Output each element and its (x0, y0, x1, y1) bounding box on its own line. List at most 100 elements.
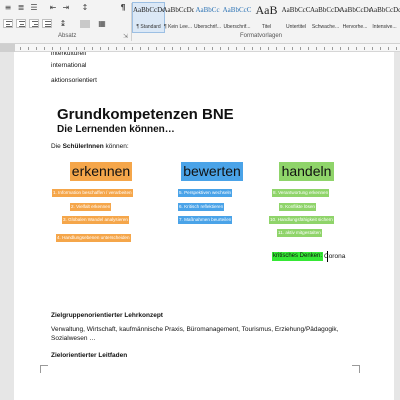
ruler-tick (60, 47, 61, 50)
ruler-tick (324, 47, 325, 50)
align-center-icon[interactable] (16, 19, 26, 28)
ruler-tick (252, 47, 253, 50)
text-cursor (327, 251, 328, 262)
ruler-tick (28, 47, 29, 50)
competence-item: 7. Maßnahmen beurteilen (178, 216, 233, 224)
sort-icon[interactable]: ↕ (80, 3, 90, 13)
ruler-tick (220, 47, 221, 50)
section-body-line: Verwaltung, Wirtschaft, kaufmännische Pr… (51, 326, 339, 333)
ruler-tick (388, 47, 389, 50)
multilevel-list-icon[interactable]: ☰ (29, 3, 39, 13)
style-sample: AaBbCc (195, 6, 220, 14)
heading-erkennen: erkennen (70, 162, 132, 181)
decrease-indent-icon[interactable]: ⇤ (48, 3, 58, 13)
shading-icon[interactable] (80, 20, 90, 28)
ruler-tick (260, 47, 261, 50)
style-tile[interactable]: AaBbCcDc Hervorhe... (339, 2, 372, 33)
style-sample: AaBbCcC (281, 6, 311, 14)
style-name: Überschrif... (194, 24, 221, 30)
style-name: ¶ Kein Lee... (164, 24, 192, 30)
ruler-tick (68, 47, 69, 50)
ruler-tick (276, 47, 277, 50)
ruler-tick (156, 47, 157, 50)
section-body-line: Sozialwesen … (51, 335, 96, 342)
margin-corner-mark (352, 365, 360, 373)
align-left-icon[interactable] (3, 19, 13, 28)
style-name: Titel (261, 24, 272, 30)
intro-suffix: können: (103, 143, 129, 150)
competence-item: 6. Kritisch reflektieren (178, 203, 225, 211)
ruler-tick (356, 47, 357, 50)
ruler-tick (20, 47, 21, 50)
ruler-tick (228, 47, 229, 50)
ruler-tick (300, 47, 301, 50)
intro-bold: SchülerInnen (62, 143, 104, 150)
ruler-tick (380, 47, 381, 50)
text-line-aktionsorientiert: aktionsorientiert (51, 77, 97, 84)
text-line-international: international (51, 62, 87, 69)
ruler-tick (108, 47, 109, 50)
section-title-lehrkonzept: Zielgruppenorientierter Lehrkonzept (51, 312, 163, 319)
justify-icon[interactable] (42, 19, 52, 28)
text-line-interkulturell: interkulturell (51, 52, 87, 57)
bullets-icon[interactable]: ≡ (3, 3, 13, 13)
line-spacing-icon[interactable]: ↨ (58, 19, 68, 29)
ruler-tick (348, 47, 349, 50)
style-tile[interactable]: AaB Titel (250, 2, 283, 33)
style-tile[interactable]: AaBbCcDc ¶ Standard (132, 2, 165, 33)
competence-item: 10. Handlungsfähigkeit sichern (269, 216, 334, 224)
competence-item: 5. Perspektiven wechseln (178, 189, 233, 197)
competence-item: 2. Vielfalt erkennen (70, 203, 112, 211)
ribbon: ≡ ≣ ☰ ⇤ ⇥ ↕ ¶ ↨ ▦ Absatz ⇲ AaBbCcDc ¶ Sta… (0, 0, 400, 44)
style-tile[interactable]: AaBbCcC Untertitel (280, 2, 313, 33)
style-name: Untertitel (285, 24, 306, 30)
paragraph-dialog-launcher-icon[interactable]: ⇲ (123, 33, 128, 40)
intro-line: Die SchülerInnen können: (51, 143, 129, 150)
style-tile[interactable]: AaBbCc Überschrif... (191, 2, 224, 33)
style-sample: AaBbCcC (222, 6, 252, 14)
numbering-icon[interactable]: ≣ (16, 3, 26, 13)
style-tile[interactable]: AaBbCcDc Schwache... (309, 2, 342, 33)
competence-item: 4. Handlungsebenen unterscheiden (56, 234, 131, 242)
ruler-tick (196, 47, 197, 50)
ruler-tick (396, 47, 397, 50)
horizontal-ruler[interactable] (0, 44, 400, 52)
align-right-icon[interactable] (29, 19, 39, 28)
style-name: ¶ Standard (136, 24, 161, 30)
ruler-tick (364, 47, 365, 50)
competence-item: 3. Globalen Wandel analysieren (62, 216, 129, 224)
ruler-tick (36, 47, 37, 50)
style-tile[interactable]: AaBbCcDc ¶ Kein Lee... (162, 2, 195, 33)
ruler-tick (316, 47, 317, 50)
ruler-tick (116, 47, 117, 50)
style-tile[interactable]: AaBbCcDc Intensive... (368, 2, 400, 33)
competence-item: 11. aktiv mitgestalten (277, 229, 322, 237)
style-sample: AaBbCcDc (339, 6, 371, 14)
competence-item: 8. Verantwortung erkennen (272, 189, 330, 197)
ruler-tick (284, 47, 285, 50)
ruler-tick (244, 47, 245, 50)
style-tile[interactable]: AaBbCcC Überschrif... (221, 2, 254, 33)
ruler-tick (292, 47, 293, 50)
style-name: Schwache... (311, 24, 340, 30)
ruler-tick (124, 47, 125, 50)
competence-item: 1. Information beschaffen / verarbeiten (52, 189, 133, 197)
ruler-tick (84, 47, 85, 50)
ruler-tick (236, 47, 237, 50)
style-sample: AaBbCcDc (162, 6, 194, 14)
borders-icon[interactable]: ▦ (97, 19, 107, 29)
ruler-tick (188, 47, 189, 50)
show-formatting-marks-icon[interactable]: ¶ (118, 3, 128, 13)
increase-indent-icon[interactable]: ⇥ (61, 3, 71, 13)
ruler-tick (52, 47, 53, 50)
heading-bewerten: bewerten (181, 162, 243, 181)
styles-gallery: AaBbCcDc ¶ Standard AaBbCcDc ¶ Kein Lee... A… (132, 2, 400, 33)
page-title: Grundkompetenzen BNE (57, 106, 234, 123)
ruler-tick (268, 47, 269, 50)
intro-prefix: Die (51, 143, 63, 150)
ruler-tick (204, 47, 205, 50)
ruler-tick (132, 47, 133, 50)
document-page[interactable]: interkulturell international aktionsorie… (14, 52, 394, 400)
ruler-tick (172, 47, 173, 50)
style-name: Intensive... (372, 24, 397, 30)
